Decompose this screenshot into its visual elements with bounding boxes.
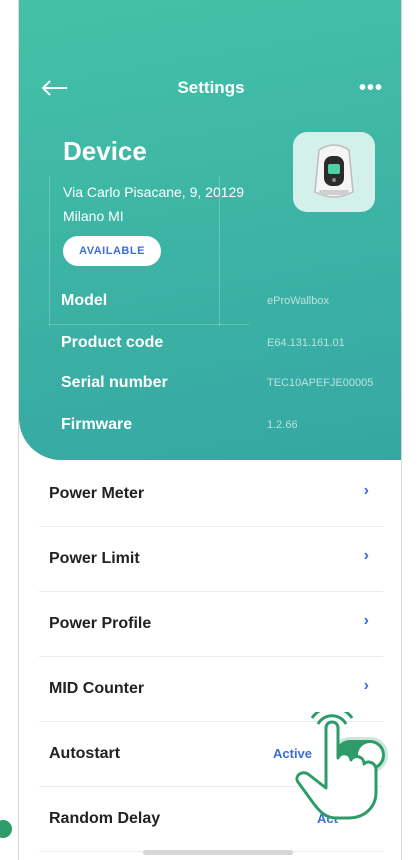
info-row-firmware: Firmware 1.2.66 — [61, 416, 391, 440]
device-address: Via Carlo Pisacane, 9, 20129 Milano MI — [63, 180, 273, 228]
floating-dot — [0, 820, 12, 838]
menu-item-label: Power Limit — [49, 550, 140, 567]
divider — [49, 176, 50, 326]
info-label: Model — [61, 292, 108, 309]
home-indicator — [143, 850, 293, 855]
info-row-model: Model eProWallbox — [61, 292, 391, 316]
device-title: Device — [63, 136, 147, 166]
device-header: Settings ••• Device Via Carlo Pisacane, … — [19, 0, 401, 460]
info-value: TEC10APEFJE00005 — [267, 377, 374, 389]
address-line-1: Via Carlo Pisacane, 9, 20129 — [63, 184, 245, 200]
info-row-product-code: Product code E64.131.161.01 — [61, 334, 391, 358]
menu-item-label: Autostart — [49, 745, 121, 762]
menu-item-power-meter[interactable]: Power Meter › — [39, 462, 383, 527]
info-label: Firmware — [61, 416, 133, 433]
menu-item-label: Power Meter — [49, 485, 145, 502]
menu-item-power-limit[interactable]: Power Limit › — [39, 527, 383, 592]
charger-svg — [314, 144, 354, 198]
info-label: Serial number — [61, 374, 168, 391]
menu-item-label: Power Profile — [49, 615, 152, 632]
status-badge: AVAILABLE — [63, 236, 161, 266]
info-value: eProWallbox — [267, 295, 329, 307]
address-line-2: Milano MI — [63, 208, 124, 224]
info-value: 1.2.66 — [267, 419, 298, 431]
chevron-right-icon: › — [363, 482, 369, 499]
page-title: Settings — [177, 78, 245, 97]
menu-item-label: MID Counter — [49, 680, 145, 697]
info-label: Product code — [61, 334, 164, 351]
chevron-right-icon: › — [363, 612, 369, 629]
more-dots-icon[interactable]: ••• — [355, 74, 387, 102]
wallbox-charger-icon — [293, 132, 375, 212]
info-value: E64.131.161.01 — [267, 337, 345, 349]
divider — [49, 324, 249, 325]
info-row-serial-number: Serial number TEC10APEFJE00005 — [61, 374, 391, 398]
chevron-right-icon: › — [363, 677, 369, 694]
tap-hand-icon — [295, 712, 378, 820]
chevron-right-icon: › — [363, 547, 369, 564]
menu-item-label: Random Delay — [49, 810, 161, 827]
menu-item-power-profile[interactable]: Power Profile › — [39, 592, 383, 657]
